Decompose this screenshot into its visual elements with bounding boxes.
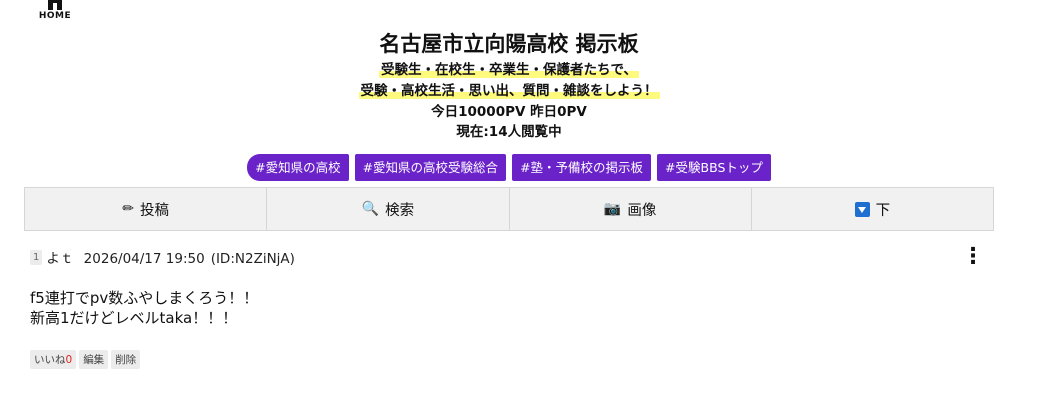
camera-icon: 📷 [603, 201, 622, 217]
post-body: f5連打でpv数ふやしまくろう！！ 新高1だけどレベルtaka！！！ [30, 288, 990, 328]
post-actions: いいね0 編集 削除 [30, 350, 990, 369]
tag-aichi-exam-general[interactable]: #愛知県の高校受験総合 [354, 154, 507, 181]
image-button[interactable]: 📷 画像 [510, 188, 752, 230]
search-icon: 🔍 [361, 201, 380, 217]
down-arrow-icon [854, 201, 870, 217]
board-toolbar: ✏ 投稿 🔍 検索 📷 画像 下 [24, 187, 994, 231]
home-link[interactable]: HOME [38, 0, 72, 21]
post-id: (ID:N2ZiNjA) [210, 251, 295, 267]
post-body-line-2: 新高1だけどレベルtaka！！！ [30, 309, 238, 327]
delete-button[interactable]: 削除 [111, 350, 141, 369]
post-meta: よｔ 2026/04/17 19:50 (ID:N2ZiNjA) [46, 247, 301, 267]
post-body-line-1: f5連打でpv数ふやしまくろう！！ [30, 289, 259, 307]
post-author: よｔ [46, 251, 74, 267]
post-header: 1 よｔ 2026/04/17 19:50 (ID:N2ZiNjA) [30, 242, 990, 272]
image-label: 画像 [627, 202, 657, 219]
online-count: 現在:14人閲覧中 [456, 124, 562, 140]
tagline-line-2: 受験・高校生活・思い出、質問・雑談をしよう！ [358, 83, 660, 99]
page-title: 名古屋市立向陽高校 掲示板 [379, 32, 639, 56]
home-label: HOME [38, 11, 72, 21]
tagline-line-1: 受験生・在校生・卒業生・保護者たちで、 [379, 62, 639, 78]
tag-exam-bbs-top[interactable]: #受験BBSトップ [657, 154, 771, 181]
home-icon [48, 0, 62, 10]
scroll-down-button[interactable]: 下 [752, 188, 993, 230]
down-label: 下 [875, 202, 891, 219]
post-number: 1 [30, 249, 43, 265]
edit-button[interactable]: 編集 [79, 350, 109, 369]
like-label: いいね [34, 354, 66, 366]
like-count: 0 [65, 354, 73, 366]
pencil-icon: ✏ [122, 201, 134, 217]
more-menu-icon[interactable]: ⋮ [962, 242, 984, 272]
pageview-stats: 今日10000PV 昨日0PV [431, 104, 587, 120]
post-date: 2026/04/17 19:50 [83, 251, 205, 267]
post-label: 投稿 [139, 202, 169, 219]
search-label: 検索 [385, 202, 415, 219]
post-item: 1 よｔ 2026/04/17 19:50 (ID:N2ZiNjA) ⋮ f5連打… [30, 242, 990, 369]
search-button[interactable]: 🔍 検索 [267, 188, 510, 230]
like-button[interactable]: いいね0 [30, 350, 77, 369]
tag-cram-school-board[interactable]: #塾・予備校の掲示板 [512, 154, 652, 181]
tag-aichi-high-schools[interactable]: #愛知県の高校 [247, 154, 349, 181]
board-header: 名古屋市立向陽高校 掲示板 受験生・在校生・卒業生・保護者たちで、 受験・高校生… [24, 28, 994, 142]
tag-links: #愛知県の高校 #愛知県の高校受験総合 #塾・予備校の掲示板 #受験BBSトップ [0, 154, 1018, 181]
post-button[interactable]: ✏ 投稿 [25, 188, 268, 230]
